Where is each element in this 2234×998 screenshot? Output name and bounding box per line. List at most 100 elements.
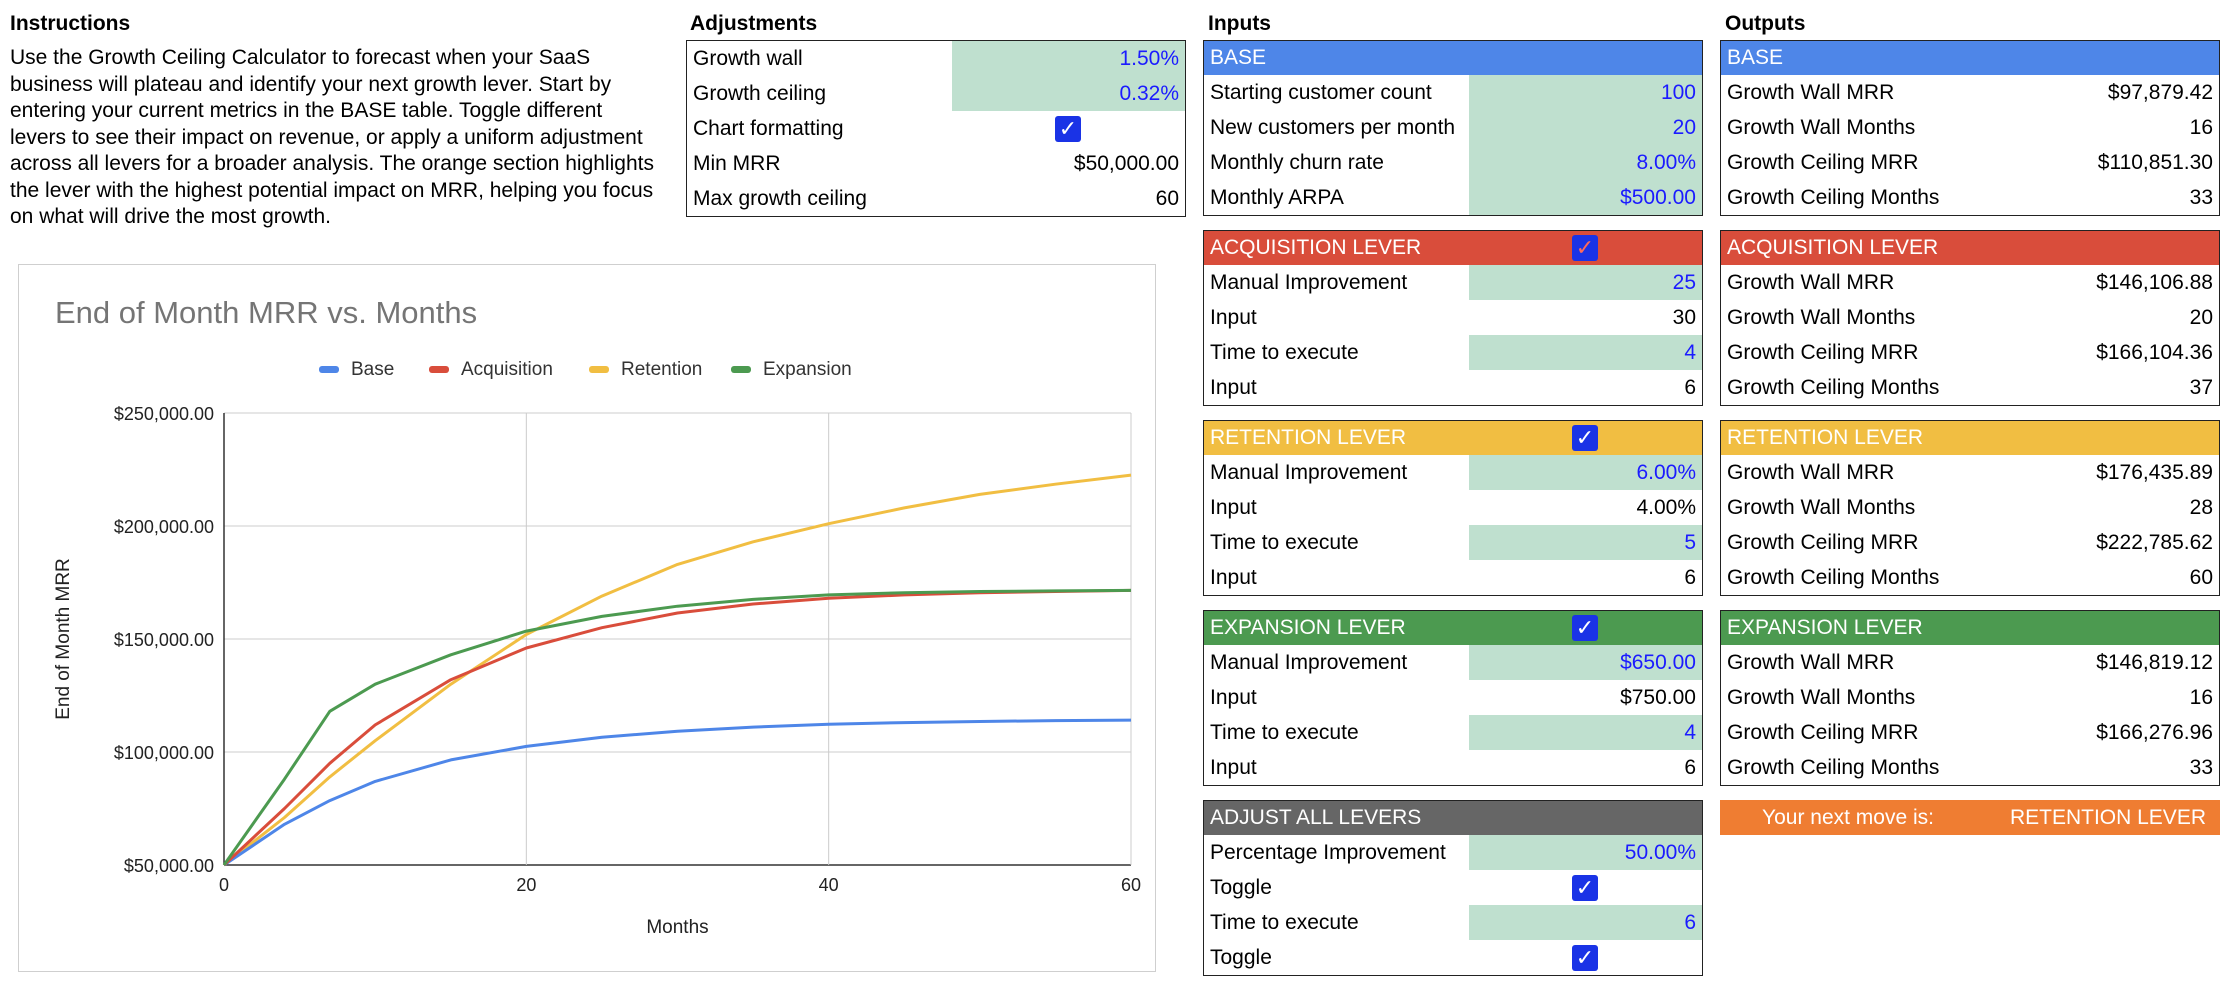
legend-swatch bbox=[589, 366, 609, 373]
header-label: EXPANSION LEVER bbox=[1210, 616, 1406, 639]
table-row: Manual Improvement 25 bbox=[1204, 265, 1702, 300]
output-value[interactable]: 16 bbox=[2190, 110, 2219, 145]
starting-customer-count-cell[interactable]: 100 bbox=[1469, 75, 1702, 110]
row-label: Growth Wall Months bbox=[1727, 685, 1916, 709]
time-toggle-checkbox[interactable]: ✓ bbox=[1572, 944, 1598, 971]
expansion-toggle-checkbox[interactable]: ✓ bbox=[1572, 615, 1598, 641]
next-move-banner: Your next move is: RETENTION LEVER bbox=[1720, 800, 2220, 835]
row-label: Input bbox=[1210, 565, 1257, 589]
inputs-expansion-header: EXPANSION LEVER ✓ bbox=[1204, 611, 1702, 645]
header-label: BASE bbox=[1210, 46, 1267, 69]
output-value[interactable]: $146,819.12 bbox=[2096, 645, 2219, 680]
outputs-retention-header: RETENTION LEVER bbox=[1721, 421, 2219, 455]
table-row: Growth Ceiling MRR $110,851.30 bbox=[1721, 145, 2219, 180]
table-row: Monthly churn rate 8.00% bbox=[1204, 145, 1702, 180]
table-row: Growth Wall MRR $146,106.88 bbox=[1721, 265, 2219, 300]
retention-time-input-cell[interactable]: 6 bbox=[1684, 560, 1702, 595]
table-row: Time to execute 4 bbox=[1204, 715, 1702, 750]
header-label: ACQUISITION LEVER bbox=[1210, 236, 1422, 259]
series-line-retention bbox=[223, 473, 1132, 867]
output-value[interactable]: 33 bbox=[2190, 180, 2219, 215]
monthly-arpa-cell[interactable]: $500.00 bbox=[1469, 180, 1702, 215]
table-row: Toggle ✓ bbox=[1204, 870, 1702, 905]
retention-manual-improvement-cell[interactable]: 6.00% bbox=[1469, 455, 1702, 490]
monthly-churn-cell[interactable]: 8.00% bbox=[1469, 145, 1702, 180]
output-value[interactable]: $222,785.62 bbox=[2096, 525, 2219, 560]
table-row: Growth Wall MRR $97,879.42 bbox=[1721, 75, 2219, 110]
table-row: Growth Wall MRR $176,435.89 bbox=[1721, 455, 2219, 490]
next-move-value: RETENTION LEVER bbox=[2009, 805, 2206, 829]
new-customers-cell[interactable]: 20 bbox=[1469, 110, 1702, 145]
chart-title: End of Month MRR vs. Months bbox=[55, 295, 477, 330]
acquisition-manual-improvement-cell[interactable]: 25 bbox=[1469, 265, 1702, 300]
retention-input-cell[interactable]: 4.00% bbox=[1636, 490, 1702, 525]
output-value[interactable]: 33 bbox=[2190, 750, 2219, 785]
header-label: RETENTION LEVER bbox=[1727, 426, 1924, 449]
adjustments-title: Adjustments bbox=[690, 12, 818, 35]
acquisition-time-cell[interactable]: 4 bbox=[1469, 335, 1702, 370]
percentage-toggle-checkbox[interactable]: ✓ bbox=[1572, 874, 1598, 901]
retention-time-cell[interactable]: 5 bbox=[1469, 525, 1702, 560]
outputs-base-header: BASE bbox=[1721, 41, 2219, 75]
retention-toggle-checkbox[interactable]: ✓ bbox=[1572, 425, 1598, 451]
chart-formatting-checkbox[interactable]: ✓ bbox=[1055, 115, 1081, 142]
acquisition-toggle-checkbox[interactable]: ✓ bbox=[1572, 235, 1598, 261]
expansion-time-input-cell[interactable]: 6 bbox=[1684, 750, 1702, 785]
row-label: Toggle bbox=[1210, 875, 1272, 899]
x-tick-label: 20 bbox=[516, 875, 536, 895]
inputs-retention-header: RETENTION LEVER ✓ bbox=[1204, 421, 1702, 455]
output-value[interactable]: $97,879.42 bbox=[2108, 75, 2219, 110]
outputs-acquisition-header: ACQUISITION LEVER bbox=[1721, 231, 2219, 265]
output-value[interactable]: 37 bbox=[2190, 370, 2219, 405]
legend-swatch bbox=[731, 366, 751, 373]
table-row: Starting customer count 100 bbox=[1204, 75, 1702, 110]
expansion-manual-improvement-cell[interactable]: $650.00 bbox=[1469, 645, 1702, 680]
output-value[interactable]: 16 bbox=[2190, 680, 2219, 715]
row-label: Input bbox=[1210, 305, 1257, 329]
series-line-acquisition bbox=[222, 588, 1132, 867]
acquisition-input-cell[interactable]: 30 bbox=[1673, 300, 1702, 335]
y-tick-label: $200,000.00 bbox=[114, 517, 214, 537]
row-label: Growth Ceiling Months bbox=[1727, 565, 1940, 589]
percentage-improvement-cell[interactable]: 50.00% bbox=[1469, 835, 1702, 870]
output-value[interactable]: 60 bbox=[2190, 560, 2219, 595]
instructions-text: Use the Growth Ceiling Calculator to for… bbox=[10, 46, 654, 228]
table-row: Growth Wall Months 28 bbox=[1721, 490, 2219, 525]
max-growth-ceiling-cell[interactable]: 60 bbox=[1156, 181, 1185, 216]
min-mrr-cell[interactable]: $50,000.00 bbox=[1074, 146, 1185, 181]
legend-label: Base bbox=[351, 359, 394, 380]
adjustments-table: Growth wall 1.50% Growth ceiling 0.32% C… bbox=[686, 40, 1186, 217]
series-line-base bbox=[223, 718, 1132, 867]
output-value[interactable]: $166,104.36 bbox=[2096, 335, 2219, 370]
output-value[interactable]: $146,106.88 bbox=[2096, 265, 2219, 300]
growth-wall-cell[interactable]: 1.50% bbox=[952, 41, 1185, 76]
table-row: Input 4.00% bbox=[1204, 490, 1702, 525]
row-label: Input bbox=[1210, 495, 1257, 519]
inputs-title: Inputs bbox=[1208, 12, 1271, 35]
table-row: Monthly ARPA $500.00 bbox=[1204, 180, 1702, 215]
growth-ceiling-cell[interactable]: 0.32% bbox=[952, 76, 1185, 111]
x-axis-label: Months bbox=[646, 917, 708, 938]
output-value[interactable]: $176,435.89 bbox=[2096, 455, 2219, 490]
output-value[interactable]: 20 bbox=[2190, 300, 2219, 335]
instructions-title: Instructions bbox=[10, 12, 131, 35]
row-label: Max growth ceiling bbox=[693, 186, 867, 210]
row-label: Toggle bbox=[1210, 945, 1272, 969]
table-row: Growth Ceiling MRR $166,104.36 bbox=[1721, 335, 2219, 370]
acquisition-time-input-cell[interactable]: 6 bbox=[1684, 370, 1702, 405]
table-row: Manual Improvement 6.00% bbox=[1204, 455, 1702, 490]
output-value[interactable]: 28 bbox=[2190, 490, 2219, 525]
expansion-input-cell[interactable]: $750.00 bbox=[1620, 680, 1702, 715]
expansion-time-cell[interactable]: 4 bbox=[1469, 715, 1702, 750]
table-row: Percentage Improvement 50.00% bbox=[1204, 835, 1702, 870]
header-label: ADJUST ALL LEVERS bbox=[1210, 806, 1422, 829]
output-value[interactable]: $166,276.96 bbox=[2096, 715, 2219, 750]
table-row: Time to execute 4 bbox=[1204, 335, 1702, 370]
x-tick-label: 60 bbox=[1121, 875, 1141, 895]
mrr-chart[interactable]: End of Month MRR vs. Months Base Acquisiti… bbox=[18, 264, 1156, 972]
table-row: Growth Wall MRR $146,819.12 bbox=[1721, 645, 2219, 680]
table-row: Time to execute 6 bbox=[1204, 905, 1702, 940]
adjust-time-cell[interactable]: 6 bbox=[1469, 905, 1702, 940]
row-label: Growth Wall Months bbox=[1727, 115, 1916, 139]
output-value[interactable]: $110,851.30 bbox=[2098, 145, 2219, 180]
